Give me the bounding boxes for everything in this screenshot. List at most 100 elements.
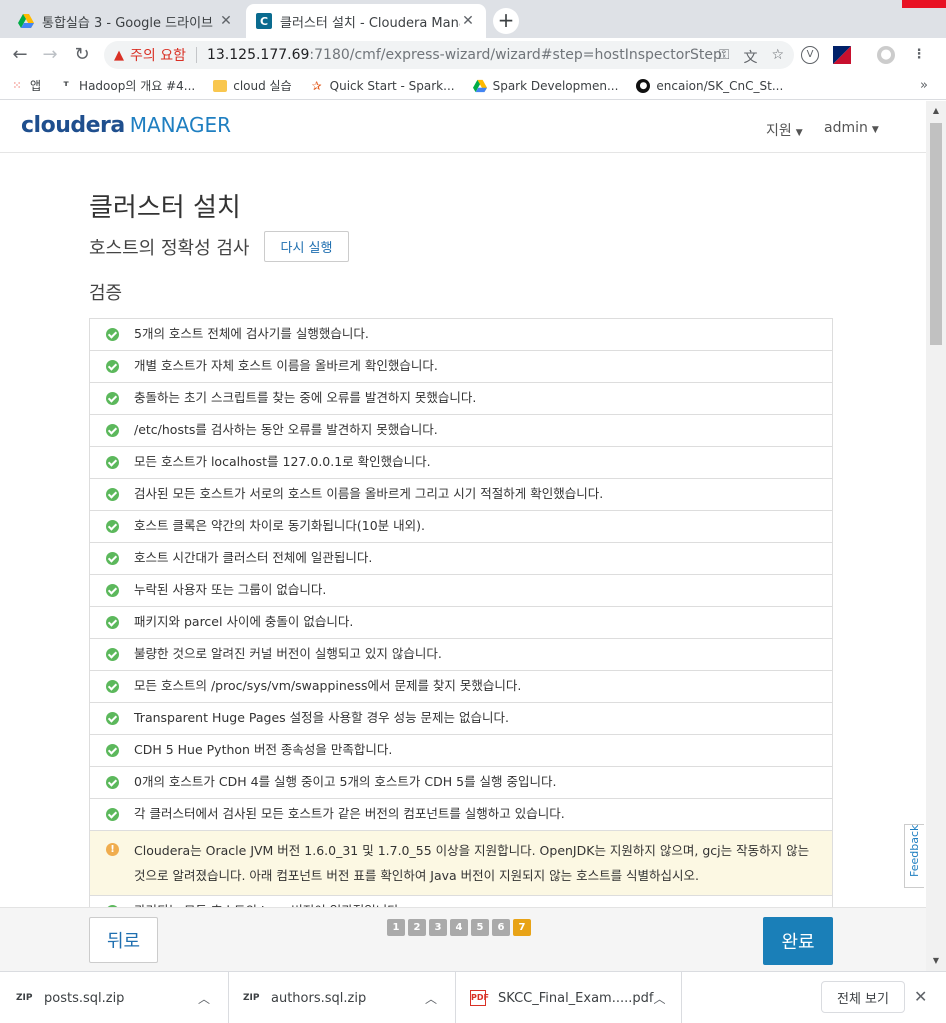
reload-icon[interactable]: ↻ xyxy=(70,43,94,67)
step-7[interactable]: 7 xyxy=(513,919,531,936)
maximize-button[interactable] xyxy=(862,0,902,8)
bookmark-hadoop[interactable]: ᵀ Hadoop의 개요 #4... xyxy=(59,77,195,94)
close-icon[interactable]: ✕ xyxy=(914,987,927,1006)
scroll-up-arrow-icon[interactable]: ▲ xyxy=(926,103,946,119)
step-1[interactable]: 1 xyxy=(387,919,405,936)
tab-title: 통합실습 3 - Google 드라이브 xyxy=(42,15,214,31)
step-2[interactable]: 2 xyxy=(408,919,426,936)
validation-row: 각 클러스터에서 검사된 모든 호스트가 같은 버전의 컴포넌트를 실행하고 있… xyxy=(89,799,833,831)
check-circle-icon xyxy=(106,744,119,757)
bookmark-spark-dev[interactable]: Spark Developmen... xyxy=(472,78,619,93)
validation-text: 누락된 사용자 또는 그룹이 없습니다. xyxy=(134,582,327,597)
bookmark-cloud[interactable]: cloud 실습 xyxy=(213,77,292,94)
svg-text:C: C xyxy=(260,15,268,28)
page-viewport: cloudera MANAGER 지원 ▼ admin ▼ 클러스터 설치 호스트의 … xyxy=(0,101,926,971)
validation-row: 충돌하는 초기 스크립트를 찾는 중에 오류를 발견하지 못했습니다. xyxy=(89,383,833,415)
forward-arrow-icon[interactable]: → xyxy=(38,43,62,67)
validation-list: 5개의 호스트 전체에 검사기를 실행했습니다. 개별 호스트가 자체 호스트 이… xyxy=(89,318,833,928)
validation-row: CDH 5 Hue Python 버전 종속성을 만족합니다. xyxy=(89,735,833,767)
section-heading: 검증 xyxy=(89,283,123,304)
wizard-footer: 뒤로 1234567 완료 xyxy=(0,907,926,971)
window-controls xyxy=(822,0,946,8)
validation-text: Transparent Huge Pages 설정을 사용할 경우 성능 문제는… xyxy=(134,710,509,725)
spark-star-icon: ✰ xyxy=(311,78,322,93)
warning-triangle-icon: ▲ xyxy=(114,47,124,63)
scrollbar-thumb[interactable] xyxy=(930,123,942,345)
rerun-button[interactable]: 다시 실행 xyxy=(264,231,349,262)
tab-title: 클러스터 설치 - Cloudera Mana xyxy=(280,15,460,31)
chevron-up-icon[interactable]: ︿ xyxy=(196,990,212,1007)
check-circle-icon xyxy=(106,424,119,437)
page-title: 클러스터 설치 xyxy=(89,193,241,223)
validation-text: Cloudera는 Oracle JVM 버전 1.6.0_31 및 1.7.0… xyxy=(134,843,810,883)
new-tab-button[interactable]: + xyxy=(493,8,519,34)
check-circle-icon xyxy=(106,456,119,469)
extension-flag-icon[interactable] xyxy=(833,46,851,64)
security-warning-label[interactable]: 주의 요함 xyxy=(130,45,186,65)
support-menu-label: 지원 xyxy=(766,123,792,139)
validation-text: 각 클러스터에서 검사된 모든 호스트가 같은 버전의 컴포넌트를 실행하고 있… xyxy=(134,806,565,821)
show-all-downloads-button[interactable]: 전체 보기 xyxy=(821,981,905,1013)
check-circle-icon xyxy=(106,552,119,565)
chevron-up-icon[interactable]: ︿ xyxy=(423,990,439,1007)
url-host: 13.125.177.69 xyxy=(206,47,310,63)
validation-text: /etc/hosts를 검사하는 동안 오류를 발견하지 못했습니다. xyxy=(134,422,438,437)
finish-button[interactable]: 완료 xyxy=(763,917,833,965)
address-separator xyxy=(195,47,197,63)
cloudera-header: cloudera MANAGER 지원 ▼ admin ▼ xyxy=(0,101,926,153)
page-scrollbar[interactable]: ▲ ▼ xyxy=(926,101,946,971)
browser-toolbar: ← → ↻ ▲ 주의 요함 13.125.177.69 :7180/cmf/ex… xyxy=(0,38,946,72)
step-3[interactable]: 3 xyxy=(429,919,447,936)
step-6[interactable]: 6 xyxy=(492,919,510,936)
zip-file-icon: ZIP xyxy=(16,993,33,1003)
validation-text: 0개의 호스트가 CDH 4를 실행 중이고 5개의 호스트가 CDH 5를 실… xyxy=(134,774,557,789)
feedback-tab[interactable]: Feedback xyxy=(904,824,924,888)
validation-text: 호스트 클록은 약간의 차이로 동기화됩니다(10분 내외). xyxy=(134,518,426,533)
bookmark-spark-quickstart[interactable]: ✰ Quick Start - Spark... xyxy=(310,79,455,93)
back-arrow-icon[interactable]: ← xyxy=(8,43,32,67)
chevron-up-icon[interactable]: ︿ xyxy=(653,990,665,1007)
bookmark-star-icon[interactable]: ☆ xyxy=(771,47,784,67)
cloudera-manager-logo[interactable]: cloudera MANAGER xyxy=(21,113,231,138)
extension-v-icon[interactable]: V xyxy=(801,46,819,64)
tab-close-icon[interactable]: ✕ xyxy=(218,13,234,29)
step-5[interactable]: 5 xyxy=(471,919,489,936)
step-4[interactable]: 4 xyxy=(450,919,468,936)
validation-text: 검사된 모든 호스트가 서로의 호스트 이름을 올바르게 그리고 시기 적절하게… xyxy=(134,486,604,501)
bookmarks-overflow-icon[interactable]: » xyxy=(920,78,928,93)
bookmark-label: encaion/SK_CnC_St... xyxy=(656,78,784,93)
bookmark-apps[interactable]: ⁙ 앱 xyxy=(10,77,41,94)
download-filename: authors.sql.zip xyxy=(271,990,367,1006)
validation-row: 패키지와 parcel 사이에 충돌이 없습니다. xyxy=(89,607,833,639)
caret-down-icon: ▼ xyxy=(871,125,879,135)
validation-row: 불량한 것으로 알려진 커널 버전이 실행되고 있지 않습니다. xyxy=(89,639,833,671)
browser-tab-cloudera[interactable]: C 클러스터 설치 - Cloudera Mana ✕ xyxy=(246,4,486,38)
back-button[interactable]: 뒤로 xyxy=(89,917,158,963)
download-item[interactable]: ZIP posts.sql.zip ︿ xyxy=(16,972,229,1023)
address-bar[interactable]: ▲ 주의 요함 13.125.177.69 :7180/cmf/express-… xyxy=(104,41,794,69)
profile-avatar[interactable]: ● xyxy=(877,46,895,64)
support-menu[interactable]: 지원 ▼ xyxy=(766,120,803,140)
bookmark-github[interactable]: ● encaion/SK_CnC_St... xyxy=(636,78,784,93)
user-menu[interactable]: admin ▼ xyxy=(824,120,879,136)
validation-text: 개별 호스트가 자체 호스트 이름을 올바르게 확인했습니다. xyxy=(134,358,438,373)
translate-icon[interactable]: 文 xyxy=(743,47,757,67)
cloudera-favicon-icon: C xyxy=(256,13,272,29)
pdf-file-icon: PDF xyxy=(470,990,489,1006)
bookmark-label: cloud 실습 xyxy=(233,79,292,93)
validation-row: 5개의 호스트 전체에 검사기를 실행했습니다. xyxy=(89,319,833,351)
validation-row: 0개의 호스트가 CDH 4를 실행 중이고 5개의 호스트가 CDH 5를 실… xyxy=(89,767,833,799)
bookmark-label: Spark Developmen... xyxy=(492,78,619,93)
check-circle-icon xyxy=(106,520,119,533)
check-circle-icon xyxy=(106,648,119,661)
download-item[interactable]: PDF SKCC_Final_Exam.....pdf ︿ xyxy=(470,972,682,1023)
tab-close-icon[interactable]: ✕ xyxy=(460,13,476,29)
validation-row: 누락된 사용자 또는 그룹이 없습니다. xyxy=(89,575,833,607)
key-icon[interactable]: ⚿ xyxy=(719,47,730,67)
browser-menu-icon[interactable]: ⋮ xyxy=(910,46,928,64)
window-close-button[interactable] xyxy=(902,0,946,8)
scroll-down-arrow-icon[interactable]: ▼ xyxy=(926,953,946,969)
download-item[interactable]: ZIP authors.sql.zip ︿ xyxy=(243,972,456,1023)
browser-tab-google-drive[interactable]: 통합실습 3 - Google 드라이브 ✕ xyxy=(8,4,244,38)
minimize-button[interactable] xyxy=(822,0,862,8)
